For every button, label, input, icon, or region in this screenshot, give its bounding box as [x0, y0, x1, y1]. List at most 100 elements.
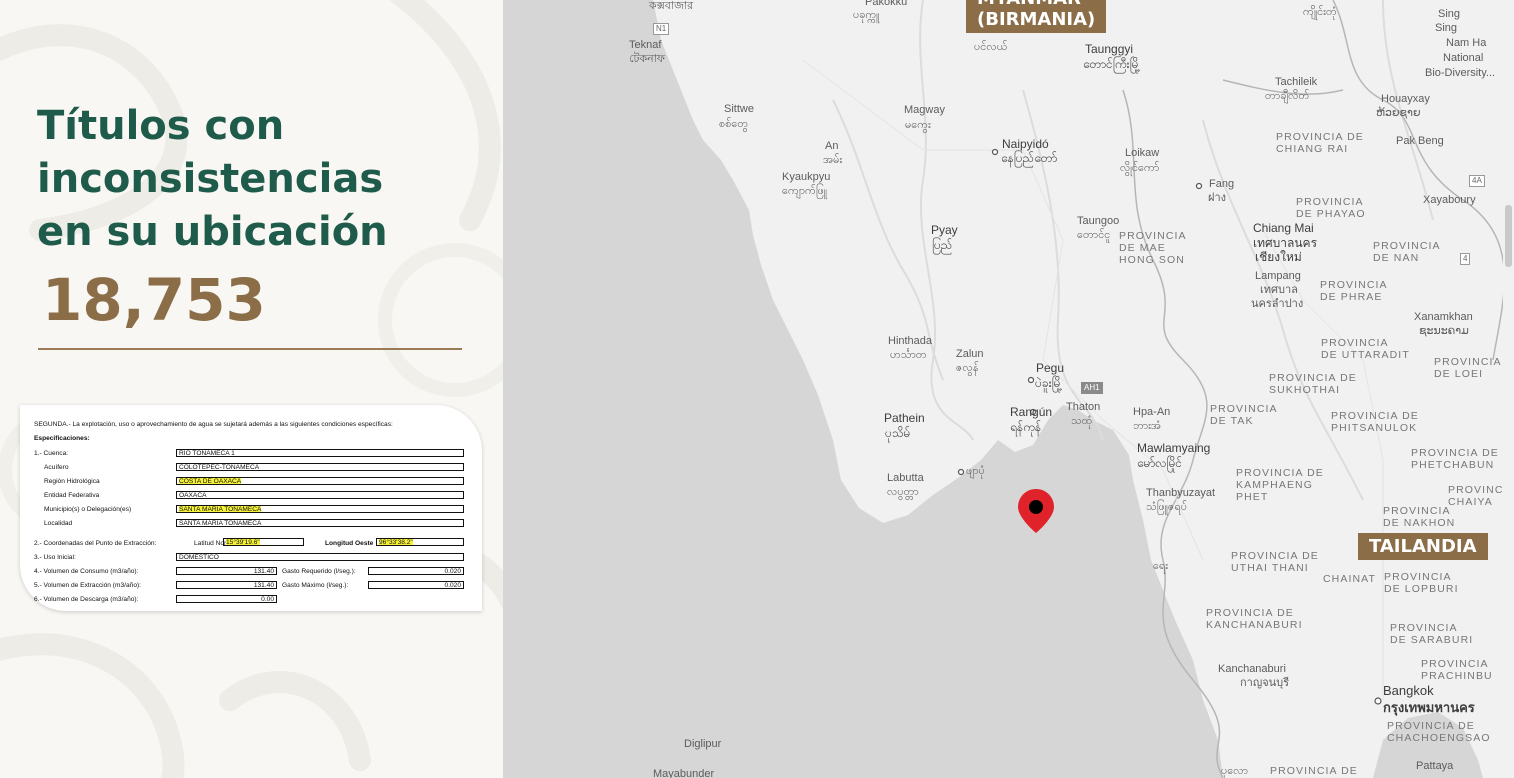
scrollbar-thumb[interactable] [1505, 205, 1512, 267]
map-place-label: Hpa-An [1133, 406, 1171, 418]
map-place-label: কক্সবাজার [649, 0, 694, 12]
doc-value: 0.020 [368, 567, 464, 575]
map-place-label: Kyaukpyu [782, 171, 831, 183]
doc-value: 96°33'38.2" [376, 538, 464, 546]
map-place-label: ຊະນະຄາມ [1419, 325, 1469, 337]
map-place-label: นครลำปาง [1251, 298, 1304, 310]
map-place-label: เทศบาล [1260, 284, 1298, 296]
map-place-label: Sing [1438, 8, 1461, 20]
province-label: PROVINCIA DE KAMPHAENG PHET [1236, 467, 1324, 503]
province-label: PROVINCIACHAIYA [1448, 484, 1503, 508]
province-label: PROVINCIA DE MAE HONG SON [1119, 230, 1187, 266]
doc-value: 131.40 [176, 581, 277, 589]
map-place-label: Bio-Diversity... [1425, 67, 1496, 79]
route-badge: 4 [1460, 253, 1471, 265]
province-label: PROVINCIA DE PHITSANULOK [1331, 410, 1419, 434]
map-place-label: กรุงเทพมหานคร [1383, 700, 1475, 715]
map-place-label: စစ်တွေ [719, 118, 749, 130]
province-label: PROVINCIA DE NAN [1373, 240, 1441, 264]
map-place-label: Mawlamyaing [1137, 441, 1211, 455]
map-place-label: ဟင်္သာတ [890, 349, 927, 361]
doc-value: 131.40 [176, 567, 277, 575]
map-place-label: Taungoo [1077, 215, 1120, 227]
doc-label: Municipio(s) o Delegación(es) [44, 506, 132, 513]
map-place-label: ပုသိမ် [885, 426, 911, 440]
map-place-label: Labutta [887, 472, 924, 484]
map-place-label: Bangkok [1383, 683, 1434, 698]
map-place-label: กาญจนบุรี [1240, 677, 1290, 689]
doc-value: COSTA DE OAXACA [176, 477, 464, 485]
map-place-label: Tachileik [1275, 76, 1318, 88]
map-place-label: Houayxay [1381, 93, 1430, 105]
doc-label: 4.- Volumen de Consumo (m3/año): [34, 568, 139, 575]
map-view[interactable]: কক্সবাজার Pakokku ပခုက္ကူ N1 Teknaf টেকন… [503, 0, 1503, 778]
map-place-label: သထုံ [1071, 415, 1093, 427]
map-place-label: Taunggyi [1085, 42, 1134, 56]
map-place-label: Pathein [884, 411, 925, 425]
map-place-label: Pakokku [865, 0, 908, 8]
highlight: 96°33'38.2" [379, 539, 413, 546]
map-place-label: တောင်ငူ [1077, 229, 1111, 241]
route-badge: N1 [653, 23, 670, 35]
province-label: PROVINCIA DE PHRAE [1320, 279, 1388, 303]
map-place-label: Diglipur [684, 738, 722, 750]
province-label: PROVINCIA DE LOPBURI [1384, 571, 1459, 595]
route-badge: AH1 [1081, 382, 1103, 394]
doc-label: 5.- Volumen de Extracción (m3/año): [34, 582, 142, 589]
doc-label: Región Hidrológica [44, 478, 100, 485]
map-place-label: Fang [1209, 178, 1235, 190]
province-label: PROVINCIA DE PHAYAO [1296, 196, 1366, 220]
info-panel: Títulos con inconsistencias en su ubicac… [0, 0, 503, 778]
province-label: CHAINAT [1323, 573, 1377, 585]
province-label: PROVINCIA DE KANCHANABURI [1206, 607, 1303, 631]
title-line-2: inconsistencias [37, 156, 384, 202]
map-place-label: Pegu [1036, 361, 1065, 375]
province-label: PROVINCIA DE UTTARADIT [1321, 337, 1410, 361]
map-place-label: Chiang Mai [1253, 221, 1314, 235]
map-place-label: လပွတ္တာ [887, 486, 919, 498]
location-pin-icon[interactable] [1017, 488, 1055, 534]
doc-value: 0.00 [176, 595, 277, 603]
map-place-label: ပခုက္ကူ [853, 9, 880, 21]
doc-label: 1.- Cuenca: [34, 450, 69, 457]
doc-label: Localidad [44, 520, 73, 527]
map-place-label: Hinthada [888, 335, 933, 347]
map-place-label: Pak Beng [1396, 135, 1444, 147]
map-place-label: Zalun [956, 348, 984, 360]
doc-value: RIO TONAMECA 1 [176, 449, 464, 457]
map-place-label: နေပြည်တော် [1001, 151, 1058, 165]
country-name: MYANMAR [977, 0, 1095, 9]
country-label-thailand: TAILANDIA [1358, 533, 1488, 560]
map-place-label: Kanchanaburi [1218, 663, 1286, 675]
scrollbar[interactable] [1503, 0, 1514, 778]
map-place-label: ဇလွန် [956, 362, 979, 374]
province-label: PROVINCIA DE [1270, 765, 1358, 777]
map-place-label: ကျိုင်းတုံ [1303, 6, 1337, 18]
map-place-label: Thanbyuzayat [1146, 487, 1216, 499]
map-place-label: တောင်ကြီးမြို့ [1083, 57, 1141, 71]
doc-label: Acuífero [44, 464, 69, 471]
section-title: Títulos con inconsistencias en su ubicac… [37, 100, 388, 259]
map-place-label: National [1443, 52, 1484, 64]
map-place-label: ဘားအံ [1133, 420, 1162, 432]
route-badge: 4A [1469, 175, 1485, 187]
map-place-label: မော်လမြိုင် [1137, 456, 1183, 470]
map-place-label: ရေး [1153, 560, 1169, 572]
title-line-1: Títulos con [37, 103, 285, 149]
province-label: PROVINCIA DE PHETCHABUN [1411, 447, 1499, 471]
map-place-label: ပဲခူးမြို့ [1035, 376, 1063, 390]
map-place-label: Sing [1435, 22, 1458, 34]
map-place-label: ຫ້ວຍຊາຍ [1376, 107, 1421, 119]
doc-label: 3.- Uso Inicial: [34, 554, 76, 561]
map-place-label: Xayaboury [1423, 194, 1476, 206]
map-place-label: အမ်း [823, 154, 843, 166]
map-place-label: ဖျာပုံ [966, 465, 985, 477]
province-label: PROVINCIA DE NAKHON [1383, 505, 1456, 529]
map-place-label: ရန်ကုန် [1010, 420, 1042, 434]
map-place-label: Naipyidó [1002, 137, 1049, 151]
province-label: PROVINCIA DE UTHAI THANI [1231, 550, 1319, 574]
title-line-3: en su ubicación [37, 209, 388, 255]
doc-label: Entidad Federativa [44, 492, 100, 499]
country-label-myanmar: MYANMAR (BIRMANIA) [966, 0, 1107, 33]
map-place-label: Teknaf [629, 39, 662, 51]
